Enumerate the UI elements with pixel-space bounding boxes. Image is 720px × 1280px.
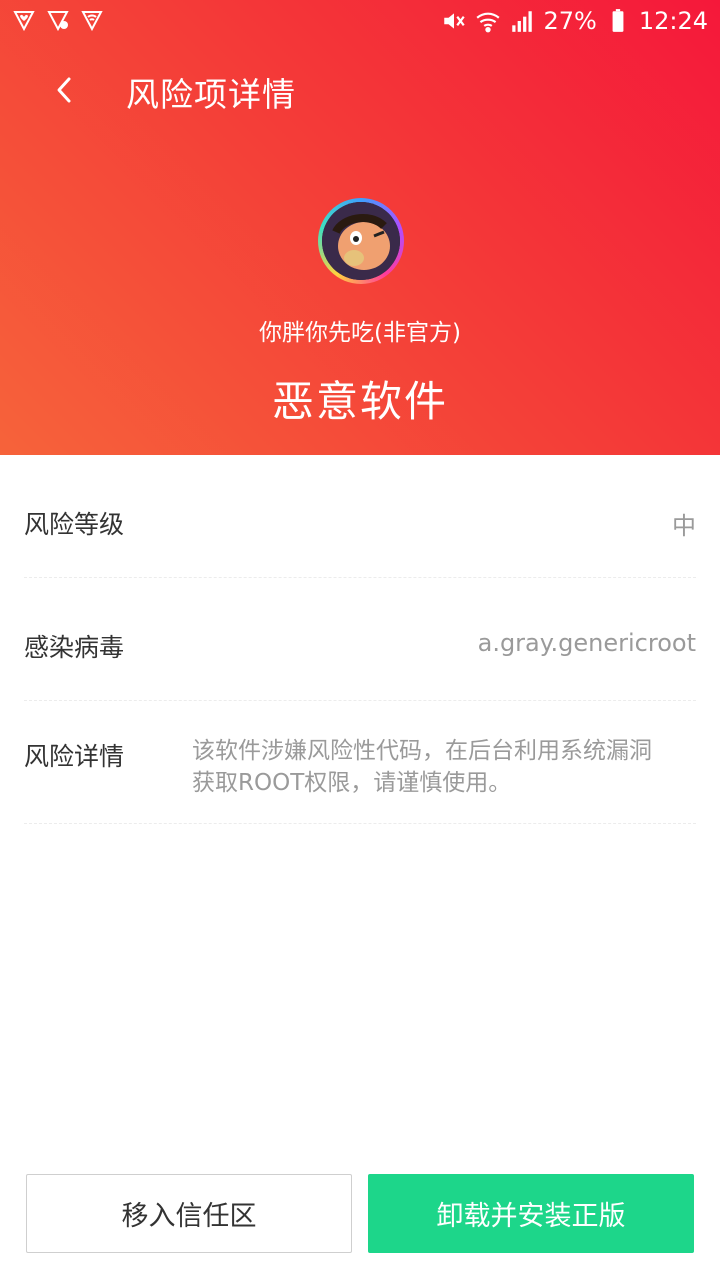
risk-detail-line-1: 该软件涉嫌风险性代码，在后台利用系统漏洞 bbox=[192, 738, 652, 764]
clock: 12:24 bbox=[638, 7, 708, 35]
battery-percent: 27% bbox=[543, 7, 597, 35]
wifi-icon bbox=[476, 12, 501, 33]
chevron-left-icon bbox=[57, 77, 71, 103]
mute-icon bbox=[444, 13, 466, 29]
app-icon bbox=[318, 198, 404, 284]
risk-detail-row: 风险详情 该软件涉嫌风险性代码，在后台利用系统漏洞 获取ROOT权限，请谨慎使用… bbox=[24, 701, 696, 824]
shield-heart-icon bbox=[13, 11, 35, 32]
risk-type: 恶意软件 bbox=[271, 377, 448, 426]
uninstall-install-official-button[interactable]: 卸载并安装正版 bbox=[368, 1174, 694, 1253]
risk-level-value: 中 bbox=[672, 512, 696, 540]
signal-icon bbox=[512, 11, 533, 32]
status-bar: 27% 12:24 bbox=[0, 0, 720, 42]
risk-detail-line-2: 获取ROOT权限，请谨慎使用。 bbox=[192, 770, 512, 796]
virus-row: 感染病毒 a.gray.genericroot bbox=[24, 578, 696, 701]
risk-detail-label: 风险详情 bbox=[24, 742, 125, 771]
shield-wifi-icon bbox=[81, 11, 103, 32]
hero-header: 27% 12:24 风险项详情 你胖你先吃(非官方) 恶意软件 bbox=[0, 0, 720, 455]
virus-value: a.gray.genericroot bbox=[477, 629, 696, 657]
back-button[interactable] bbox=[44, 70, 84, 110]
risk-detail-description: 该软件涉嫌风险性代码，在后台利用系统漏洞 获取ROOT权限，请谨慎使用。 bbox=[192, 735, 696, 799]
notification-icons bbox=[12, 8, 104, 32]
risk-level-label: 风险等级 bbox=[24, 510, 125, 539]
app-name: 你胖你先吃(非官方) bbox=[259, 320, 461, 346]
cartoon-face-icon bbox=[322, 202, 400, 280]
move-to-trust-button[interactable]: 移入信任区 bbox=[26, 1174, 352, 1253]
system-status: 27% 12:24 bbox=[441, 4, 708, 38]
risk-level-row: 风险等级 中 bbox=[24, 455, 696, 578]
virus-label: 感染病毒 bbox=[24, 633, 125, 662]
page-title: 风险项详情 bbox=[126, 75, 296, 114]
shield-check-icon bbox=[47, 11, 69, 32]
battery-icon bbox=[612, 9, 624, 32]
